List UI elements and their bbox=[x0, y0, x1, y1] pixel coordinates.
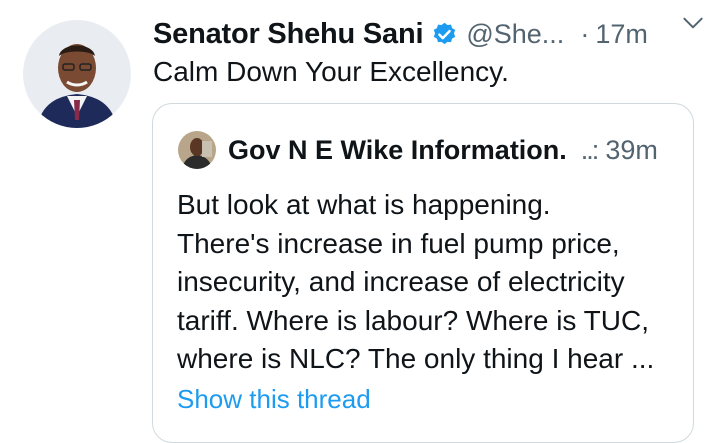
tweet-text: Calm Down Your Excellency. bbox=[153, 56, 509, 87]
quoted-text-line: But look at what is happening. bbox=[177, 189, 551, 220]
verified-badge-icon bbox=[434, 22, 456, 44]
quoted-text-line: insecurity, and increase of electricity bbox=[177, 266, 625, 297]
quoted-text-line: There's increase in fuel pump price, bbox=[177, 227, 620, 259]
quoted-tweet-timestamp: 39m bbox=[605, 134, 658, 165]
quoted-handle-truncation: ..: bbox=[580, 134, 599, 165]
quoted-author-name: Gov N E Wike Information. bbox=[228, 134, 567, 165]
author-avatar[interactable] bbox=[23, 20, 131, 128]
quoted-author-avatar bbox=[178, 131, 216, 169]
quoted-tweet-header: Gov N E Wike Information. ..: 39m bbox=[178, 130, 677, 170]
quoted-tweet-text: But look at what is happening. There's i… bbox=[177, 186, 677, 379]
show-thread-link[interactable]: Show this thread bbox=[177, 384, 371, 415]
quoted-text-line: where is NLC? The only thing I hear ... bbox=[177, 343, 655, 374]
tweet-header: Senator Shehu Sani @She... · 17m bbox=[153, 14, 700, 54]
author-name[interactable]: Senator Shehu Sani bbox=[153, 18, 424, 51]
author-handle[interactable]: @She... bbox=[466, 19, 564, 50]
tweet-timestamp[interactable]: 17m bbox=[595, 19, 648, 50]
chevron-down-icon[interactable] bbox=[680, 10, 706, 36]
quoted-text-line: tariff. Where is labour? Where is TUC, bbox=[177, 304, 650, 336]
separator-dot: · bbox=[580, 18, 590, 49]
quoted-tweet-card[interactable]: Gov N E Wike Information. ..: 39m But lo… bbox=[152, 103, 694, 443]
